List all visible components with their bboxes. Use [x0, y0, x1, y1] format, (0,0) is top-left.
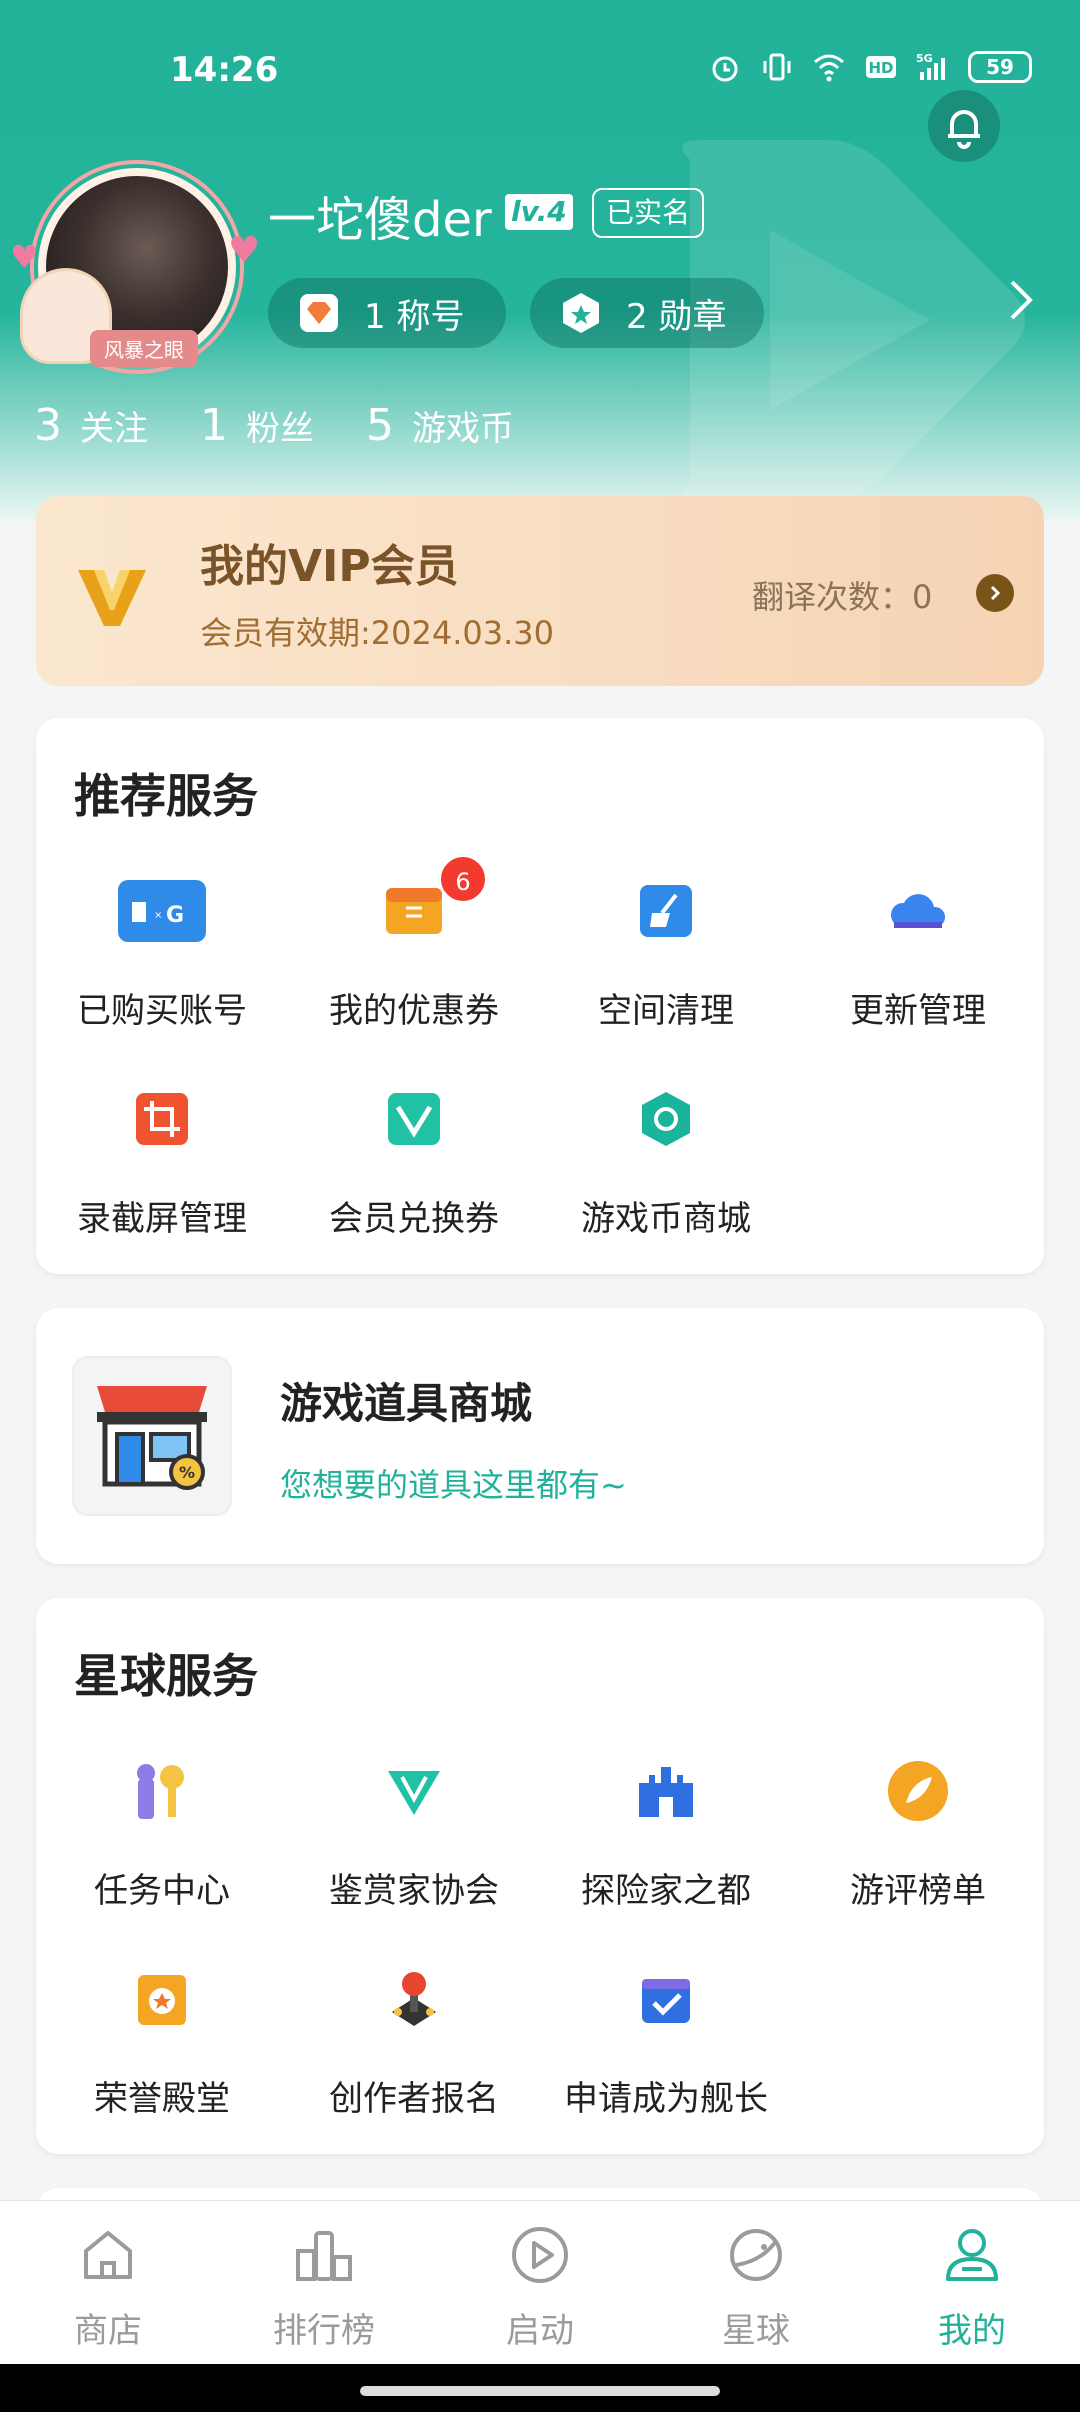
- service-screen-record[interactable]: 录截屏管理: [36, 1076, 288, 1240]
- castle-icon: [639, 1766, 693, 1817]
- honor-hall-icon: [138, 1974, 186, 2025]
- vip-title: 我的VIP会员: [200, 541, 459, 592]
- service-review-ranking[interactable]: 游评榜单: [792, 1748, 1044, 1912]
- medal-icon: [563, 293, 599, 333]
- connoisseur-icon: [388, 1770, 440, 1815]
- diamond-icon: [300, 294, 338, 332]
- avatar[interactable]: ♥ ♥ 风暴之眼: [10, 150, 260, 380]
- recommended-services-title: 推荐服务: [74, 769, 258, 823]
- stat-game-coins[interactable]: 5 游戏币: [366, 400, 514, 451]
- notification-bell-button[interactable]: [928, 90, 1000, 162]
- item-shop-card[interactable]: % 游戏道具商城 您想要的道具这里都有~: [36, 1308, 1044, 1564]
- shop-title: 游戏道具商城: [280, 1379, 533, 1428]
- translate-count: 翻译次数：0: [752, 578, 933, 616]
- svg-text:×: ×: [154, 910, 162, 921]
- bell-icon: [948, 110, 980, 149]
- stat-followers[interactable]: 1 粉丝: [200, 400, 314, 451]
- badges-button[interactable]: 2 勋章: [530, 278, 764, 348]
- service-space-cleanup[interactable]: 空间清理: [540, 868, 792, 1032]
- heart-icon: ♥: [228, 230, 261, 271]
- ranking-icon: [296, 2231, 352, 2281]
- service-update-management[interactable]: 更新管理: [792, 868, 1044, 1032]
- titles-label: 1 称号: [364, 296, 465, 337]
- launch-icon: [512, 2227, 568, 2283]
- status-bar: 14:26 HD 5G 59: [0, 40, 1080, 100]
- creator-icon: [392, 1971, 436, 2026]
- hd-icon: HD: [866, 56, 896, 78]
- stat-following[interactable]: 3 关注: [34, 400, 148, 451]
- shop-store-icon: %: [72, 1356, 232, 1516]
- svg-text:G: G: [166, 903, 184, 928]
- level-badge: lv.4: [505, 194, 573, 230]
- store-icon: [84, 2231, 132, 2279]
- service-vip-voucher[interactable]: 会员兑换券: [288, 1076, 540, 1240]
- service-coin-mall[interactable]: 游戏币商城: [540, 1076, 792, 1240]
- badges-label: 2 勋章: [626, 296, 727, 337]
- planet-services-title: 星球服务: [74, 1649, 258, 1703]
- planet-services-card: 星球服务 任务中心 鉴赏家协会 探险家之都 游评榜单 荣誉殿堂 创作者报名 申请…: [36, 1598, 1044, 2154]
- profile-chevron-icon[interactable]: [1002, 272, 1042, 328]
- wifi-icon: [814, 54, 844, 82]
- service-task-center[interactable]: 任务中心: [36, 1748, 288, 1912]
- profile-header: 14:26 HD 5G 59 ♥ ♥ 风暴之眼 一坨傻der lv.4 已实名 …: [0, 0, 1080, 520]
- svg-text:HD: HD: [868, 59, 893, 77]
- status-time: 14:26: [170, 50, 279, 90]
- screen-record-icon: [136, 1092, 188, 1145]
- signal-5g-icon: 5G: [916, 52, 945, 80]
- status-icons: HD 5G 59: [708, 50, 1032, 84]
- battery-indicator: 59: [968, 51, 1032, 83]
- coupon-count-badge: 6: [438, 854, 488, 904]
- task-center-icon: [137, 1763, 184, 1819]
- alarm-icon: [712, 56, 738, 82]
- service-creator-signup[interactable]: 创作者报名: [288, 1956, 540, 2120]
- service-honor-hall[interactable]: 荣誉殿堂: [36, 1956, 288, 2120]
- coin-mall-icon: [642, 1091, 690, 1146]
- captain-icon: [642, 1978, 690, 2023]
- service-my-coupons[interactable]: 6 我的优惠券: [288, 854, 540, 1032]
- vip-voucher-icon: [388, 1092, 440, 1145]
- service-purchased-accounts[interactable]: × G 已购买账号: [36, 868, 288, 1032]
- service-apply-captain[interactable]: 申请成为舰长: [540, 1956, 792, 2120]
- profile-icon: [946, 2229, 998, 2281]
- svg-text:%: %: [179, 1463, 195, 1482]
- account-icon: × G: [118, 879, 206, 942]
- heart-icon: ♥: [10, 238, 39, 276]
- titles-button[interactable]: 1 称号: [268, 278, 506, 348]
- vip-card[interactable]: 我的VIP会员 会员有效期:2024.03.30 翻译次数：0: [36, 496, 1044, 686]
- vip-arrow-icon[interactable]: [976, 574, 1014, 612]
- shop-subtitle: 您想要的道具这里都有~: [280, 1466, 627, 1504]
- avatar-frame-tag: 风暴之眼: [90, 330, 198, 367]
- coupon-icon: [386, 887, 442, 934]
- vip-logo-icon: [78, 570, 146, 626]
- vip-expiry: 会员有效期:2024.03.30: [200, 614, 555, 652]
- service-connoisseur-association[interactable]: 鉴赏家协会: [288, 1748, 540, 1912]
- profile-stats: 3 关注 1 粉丝 5 游戏币: [34, 400, 514, 451]
- planet-icon: [730, 2229, 782, 2281]
- home-gesture-handle[interactable]: [360, 2386, 720, 2396]
- vibrate-icon: [763, 53, 791, 81]
- cloud-icon: [890, 893, 946, 928]
- svg-text:5G: 5G: [916, 52, 933, 65]
- service-explorer-capital[interactable]: 探险家之都: [540, 1748, 792, 1912]
- cleanup-icon: [640, 884, 692, 937]
- verified-badge: 已实名: [592, 188, 705, 238]
- recommended-services-card: 推荐服务 × G 已购买账号 6 我的优惠券 空间清理 更新管理 录截屏管理 会员…: [36, 718, 1044, 1274]
- review-rank-icon: [888, 1760, 948, 1821]
- username: 一坨傻der: [268, 192, 492, 248]
